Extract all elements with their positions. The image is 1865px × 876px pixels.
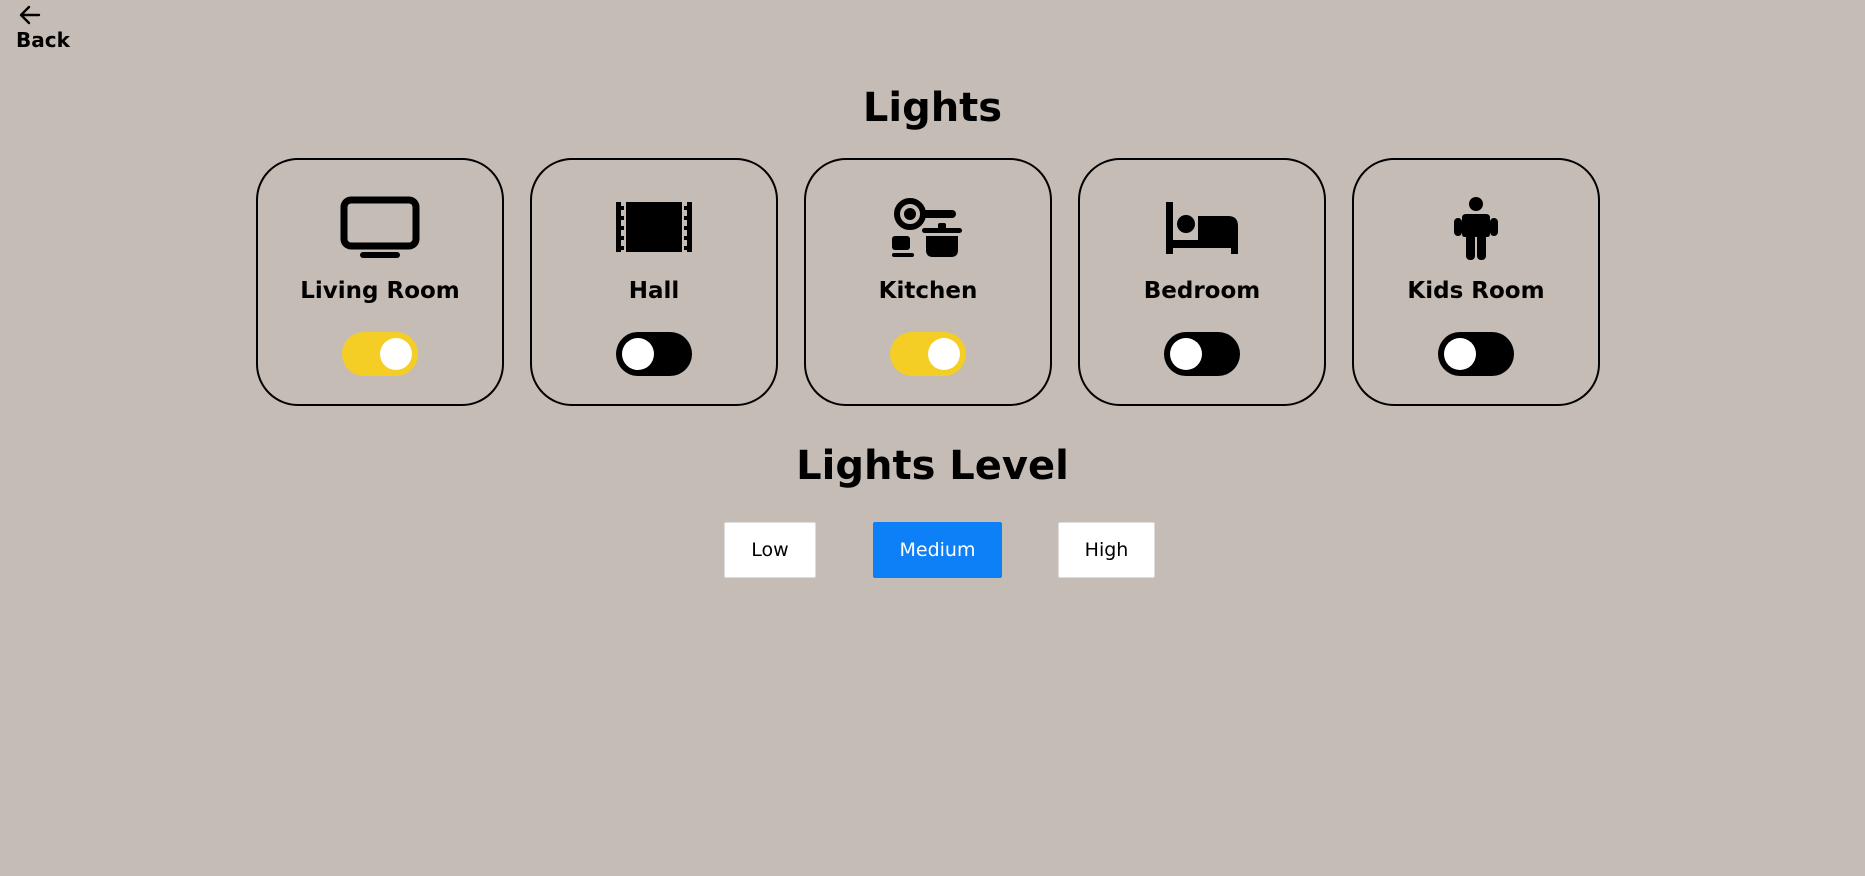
- light-toggle-living-room[interactable]: [342, 332, 418, 376]
- level-high-button[interactable]: High: [1058, 522, 1155, 578]
- toggle-knob: [380, 338, 412, 370]
- back-label: Back: [16, 28, 70, 52]
- light-toggle-hall[interactable]: [616, 332, 692, 376]
- bed-icon: [1162, 196, 1242, 260]
- level-medium-button[interactable]: Medium: [873, 522, 1002, 578]
- light-toggle-bedroom[interactable]: [1164, 332, 1240, 376]
- back-button[interactable]: Back: [16, 4, 70, 52]
- toggle-knob: [928, 338, 960, 370]
- toggle-knob: [622, 338, 654, 370]
- level-low-button[interactable]: Low: [724, 522, 816, 578]
- room-name: Hall: [628, 278, 680, 304]
- room-card-kids-room: Kids Room: [1352, 158, 1600, 406]
- lights-level-options: Low Medium High: [0, 522, 1865, 578]
- lights-level-title: Lights Level: [796, 443, 1069, 489]
- room-name: Kids Room: [1407, 278, 1545, 304]
- arrow-left-icon: [19, 5, 41, 25]
- hall-icon: [614, 196, 694, 260]
- page-title: Lights: [862, 85, 1003, 131]
- room-name: Bedroom: [1143, 278, 1261, 304]
- room-card-kitchen: Kitchen: [804, 158, 1052, 406]
- kitchen-icon: [888, 196, 968, 260]
- toggle-knob: [1444, 338, 1476, 370]
- room-cards: Living Room Hall Kitchen Bedroom Kids Ro…: [256, 158, 1600, 406]
- room-card-bedroom: Bedroom: [1078, 158, 1326, 406]
- room-card-living-room: Living Room: [256, 158, 504, 406]
- child-icon: [1436, 196, 1516, 260]
- tv-icon: [340, 196, 420, 260]
- room-card-hall: Hall: [530, 158, 778, 406]
- light-toggle-kitchen[interactable]: [890, 332, 966, 376]
- toggle-knob: [1170, 338, 1202, 370]
- room-name: Living Room: [300, 278, 460, 304]
- room-name: Kitchen: [878, 278, 978, 304]
- light-toggle-kids-room[interactable]: [1438, 332, 1514, 376]
